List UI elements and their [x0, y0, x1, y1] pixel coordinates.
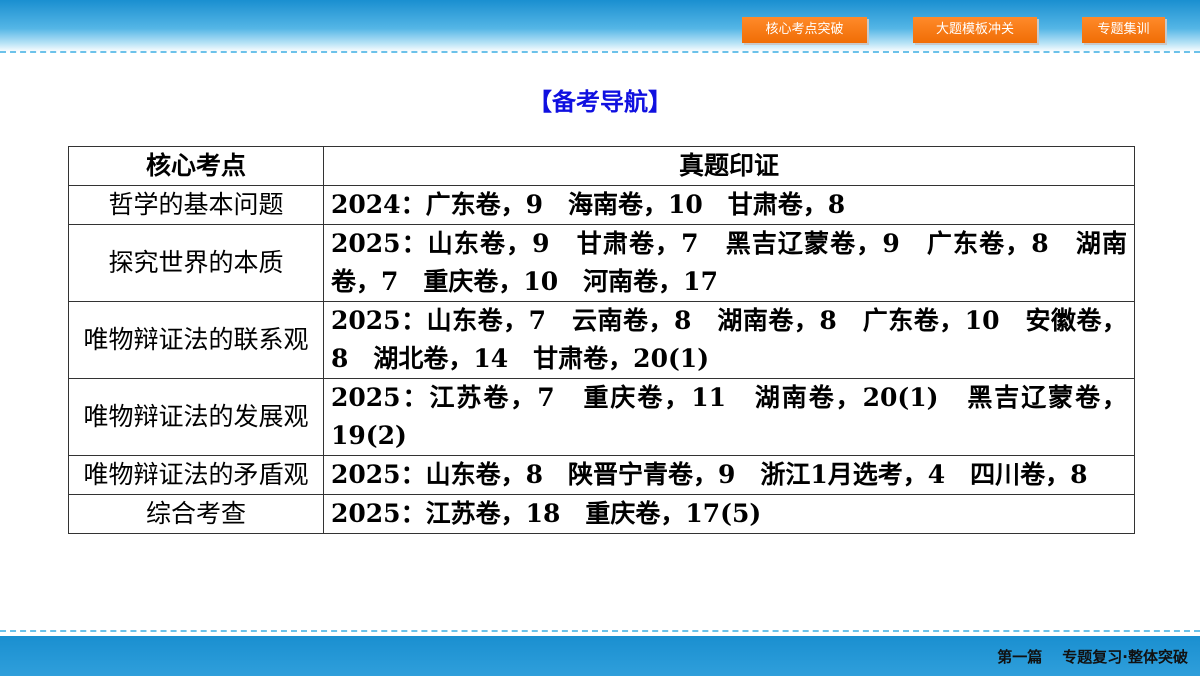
header-exam-evidence: 真题印证 [323, 146, 1135, 186]
evidence-cell: 2025：山东卷，7 云南卷，8 湖南卷，8 广东卷，10 安徽卷，8 湖北卷，… [323, 301, 1135, 379]
footer-section: 专题复习·整体突破 [1062, 648, 1188, 666]
core-point-cell: 哲学的基本问题 [68, 185, 324, 225]
core-point-cell: 综合考查 [68, 494, 324, 534]
bottom-dashed-divider [0, 630, 1200, 632]
big-question-template-button[interactable]: 大题模板冲关 [913, 17, 1037, 43]
table-row: 探究世界的本质 2025：山东卷，9 甘肃卷，7 黑吉辽蒙卷，9 广东卷，8 湖… [68, 224, 1135, 302]
top-dashed-divider [0, 51, 1200, 53]
evidence-cell: 2024：广东卷，9 海南卷，10 甘肃卷，8 [323, 185, 1135, 225]
evidence-text: 2024：广东卷，9 海南卷，10 甘肃卷，8 [331, 190, 846, 219]
table-row: 唯物辩证法的联系观 2025：山东卷，7 云南卷，8 湖南卷，8 广东卷，10 … [68, 301, 1135, 379]
header-core-points: 核心考点 [68, 146, 324, 186]
core-points-button[interactable]: 核心考点突破 [742, 17, 867, 43]
topic-training-button[interactable]: 专题集训 [1082, 17, 1165, 43]
footer-part: 第一篇 [997, 648, 1043, 666]
table-header-row: 核心考点 真题印证 [68, 146, 1135, 186]
exam-navigation-table: 核心考点 真题印证 哲学的基本问题 2024：广东卷，9 海南卷，10 甘肃卷，… [68, 146, 1135, 534]
evidence-text: 2025：山东卷，7 云南卷，8 湖南卷，8 广东卷，10 安徽卷，8 湖北卷，… [331, 306, 1127, 373]
evidence-cell: 2025：江苏卷，7 重庆卷，11 湖南卷，20(1) 黑吉辽蒙卷，19(2) [323, 378, 1135, 456]
table-row: 唯物辩证法的发展观 2025：江苏卷，7 重庆卷，11 湖南卷，20(1) 黑吉… [68, 378, 1135, 456]
page-title: 【备考导航】 [528, 87, 672, 116]
evidence-text: 2025：江苏卷，18 重庆卷，17(5) [331, 499, 762, 528]
core-point-cell: 唯物辩证法的矛盾观 [68, 455, 324, 495]
core-point-cell: 唯物辩证法的发展观 [68, 378, 324, 456]
footer-section-label: 第一篇 专题复习·整体突破 [997, 646, 1188, 668]
core-point-cell: 探究世界的本质 [68, 224, 324, 302]
evidence-text: 2025：江苏卷，7 重庆卷，11 湖南卷，20(1) 黑吉辽蒙卷，19(2) [331, 383, 1128, 450]
evidence-cell: 2025：山东卷，8 陕晋宁青卷，9 浙江1月选考，4 四川卷，8 [323, 455, 1135, 495]
evidence-cell: 2025：江苏卷，18 重庆卷，17(5) [323, 494, 1135, 534]
core-point-cell: 唯物辩证法的联系观 [68, 301, 324, 379]
table-row: 综合考查 2025：江苏卷，18 重庆卷，17(5) [68, 494, 1135, 534]
evidence-cell: 2025：山东卷，9 甘肃卷，7 黑吉辽蒙卷，9 广东卷，8 湖南卷，7 重庆卷… [323, 224, 1135, 302]
evidence-text: 2025：山东卷，8 陕晋宁青卷，9 浙江1月选考，4 四川卷，8 [331, 460, 1088, 489]
table-row: 哲学的基本问题 2024：广东卷，9 海南卷，10 甘肃卷，8 [68, 185, 1135, 225]
evidence-text: 2025：山东卷，9 甘肃卷，7 黑吉辽蒙卷，9 广东卷，8 湖南卷，7 重庆卷… [331, 229, 1127, 296]
table-row: 唯物辩证法的矛盾观 2025：山东卷，8 陕晋宁青卷，9 浙江1月选考，4 四川… [68, 455, 1135, 495]
